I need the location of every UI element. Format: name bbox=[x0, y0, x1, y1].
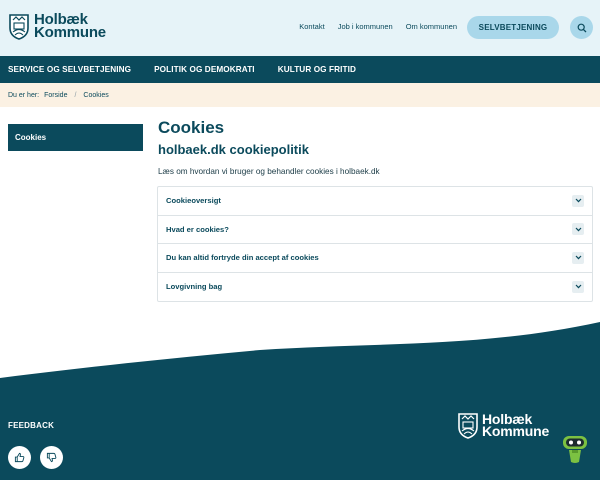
chatbot-icon[interactable] bbox=[561, 433, 589, 465]
link-job[interactable]: Job i kommunen bbox=[338, 22, 393, 31]
sidebar-item-cookies[interactable]: Cookies bbox=[8, 124, 143, 151]
accordion-label: Cookieoversigt bbox=[166, 196, 221, 206]
accordion-item-lovgivning[interactable]: Lovgivning bag bbox=[158, 273, 592, 302]
accordion-label: Lovgivning bag bbox=[166, 282, 223, 292]
footer-logo-line-2: Kommune bbox=[482, 423, 550, 439]
thumbs-up-button[interactable] bbox=[8, 446, 31, 469]
nav-item-politik[interactable]: POLITIK OG DEMOKRATI bbox=[154, 65, 255, 74]
logo-line-2: Kommune bbox=[34, 24, 106, 41]
main-nav: SERVICE OG SELVBETJENING POLITIK OG DEMO… bbox=[0, 56, 600, 83]
feedback-label: FEEDBACK bbox=[8, 421, 55, 430]
breadcrumb: Du er her: Forside / Cookies bbox=[0, 83, 600, 107]
site-logo[interactable]: Holbæk Kommune bbox=[8, 12, 106, 40]
link-om-kommunen[interactable]: Om kommunen bbox=[406, 22, 457, 31]
chevron-down-icon bbox=[572, 223, 584, 236]
chevron-down-icon bbox=[572, 251, 584, 264]
accordion-item-fortryd-accept[interactable]: Du kan altid fortryde din accept af cook… bbox=[158, 244, 592, 273]
search-button[interactable] bbox=[570, 16, 593, 39]
accordion-label: Hvad er cookies? bbox=[166, 224, 229, 234]
page-title: Cookies bbox=[158, 118, 225, 137]
crest-icon bbox=[458, 413, 478, 439]
breadcrumb-prefix: Du er her: bbox=[8, 91, 40, 99]
self-service-button[interactable]: SELVBETJENING bbox=[467, 16, 559, 39]
thumbs-down-button[interactable] bbox=[40, 446, 63, 469]
breadcrumb-current: Cookies bbox=[83, 91, 109, 99]
accordion-item-cookieoversigt[interactable]: Cookieoversigt bbox=[158, 187, 592, 216]
nav-item-service[interactable]: SERVICE OG SELVBETJENING bbox=[8, 65, 131, 74]
link-kontakt[interactable]: Kontakt bbox=[299, 22, 324, 31]
nav-item-kultur[interactable]: KULTUR OG FRITID bbox=[278, 65, 356, 74]
breadcrumb-separator: / bbox=[74, 91, 77, 99]
accordion-item-hvad-er-cookies[interactable]: Hvad er cookies? bbox=[158, 216, 592, 244]
accordion: Cookieoversigt Hvad er cookies? Du kan a… bbox=[157, 186, 593, 302]
crest-icon bbox=[9, 14, 29, 40]
page-subtitle: holbaek.dk cookiepolitik bbox=[158, 142, 309, 157]
page-lead: Læs om hvordan vi bruger og behandler co… bbox=[158, 167, 380, 176]
site-header: Holbæk Kommune Kontakt Job i kommunen Om… bbox=[0, 0, 600, 56]
chevron-down-icon bbox=[572, 280, 584, 293]
chevron-down-icon bbox=[572, 194, 584, 207]
thumbs-up-icon bbox=[14, 452, 25, 463]
search-icon bbox=[577, 23, 586, 32]
breadcrumb-forside[interactable]: Forside bbox=[44, 92, 67, 99]
footer-background bbox=[0, 322, 600, 480]
accordion-label: Du kan altid fortryde din accept af cook… bbox=[166, 253, 319, 263]
thumbs-down-icon bbox=[46, 452, 57, 463]
footer-logo[interactable]: Holbæk Kommune bbox=[457, 411, 549, 439]
